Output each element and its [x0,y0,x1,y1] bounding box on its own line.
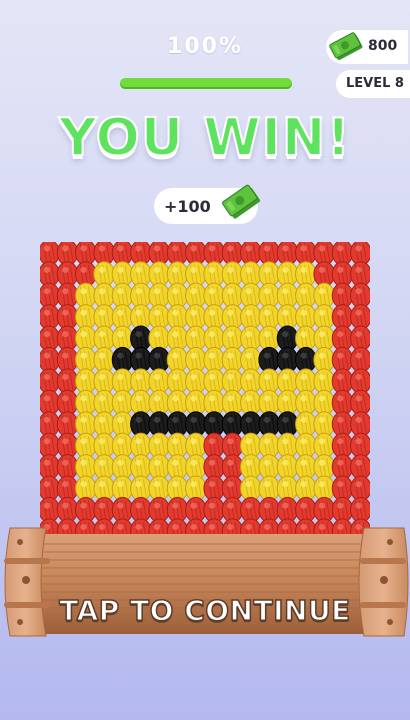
cash-bundle-icon [222,184,261,219]
win-title: YOU WIN! [58,107,352,169]
currency-counter: 800 [326,30,408,64]
woven-bead-picture [40,242,370,542]
currency-amount: 800 [368,38,398,54]
level-indicator: LEVEL 8 [336,70,410,98]
tap-to-continue-button[interactable]: TAP TO CONTINUE [0,593,410,628]
cash-bundle-icon [329,32,363,60]
reward-amount: +100 [164,197,211,216]
level-label: LEVEL 8 [346,76,404,91]
reward-badge: +100 [154,184,261,224]
level-progress-fill [120,78,292,89]
level-progress-bar [120,78,292,89]
